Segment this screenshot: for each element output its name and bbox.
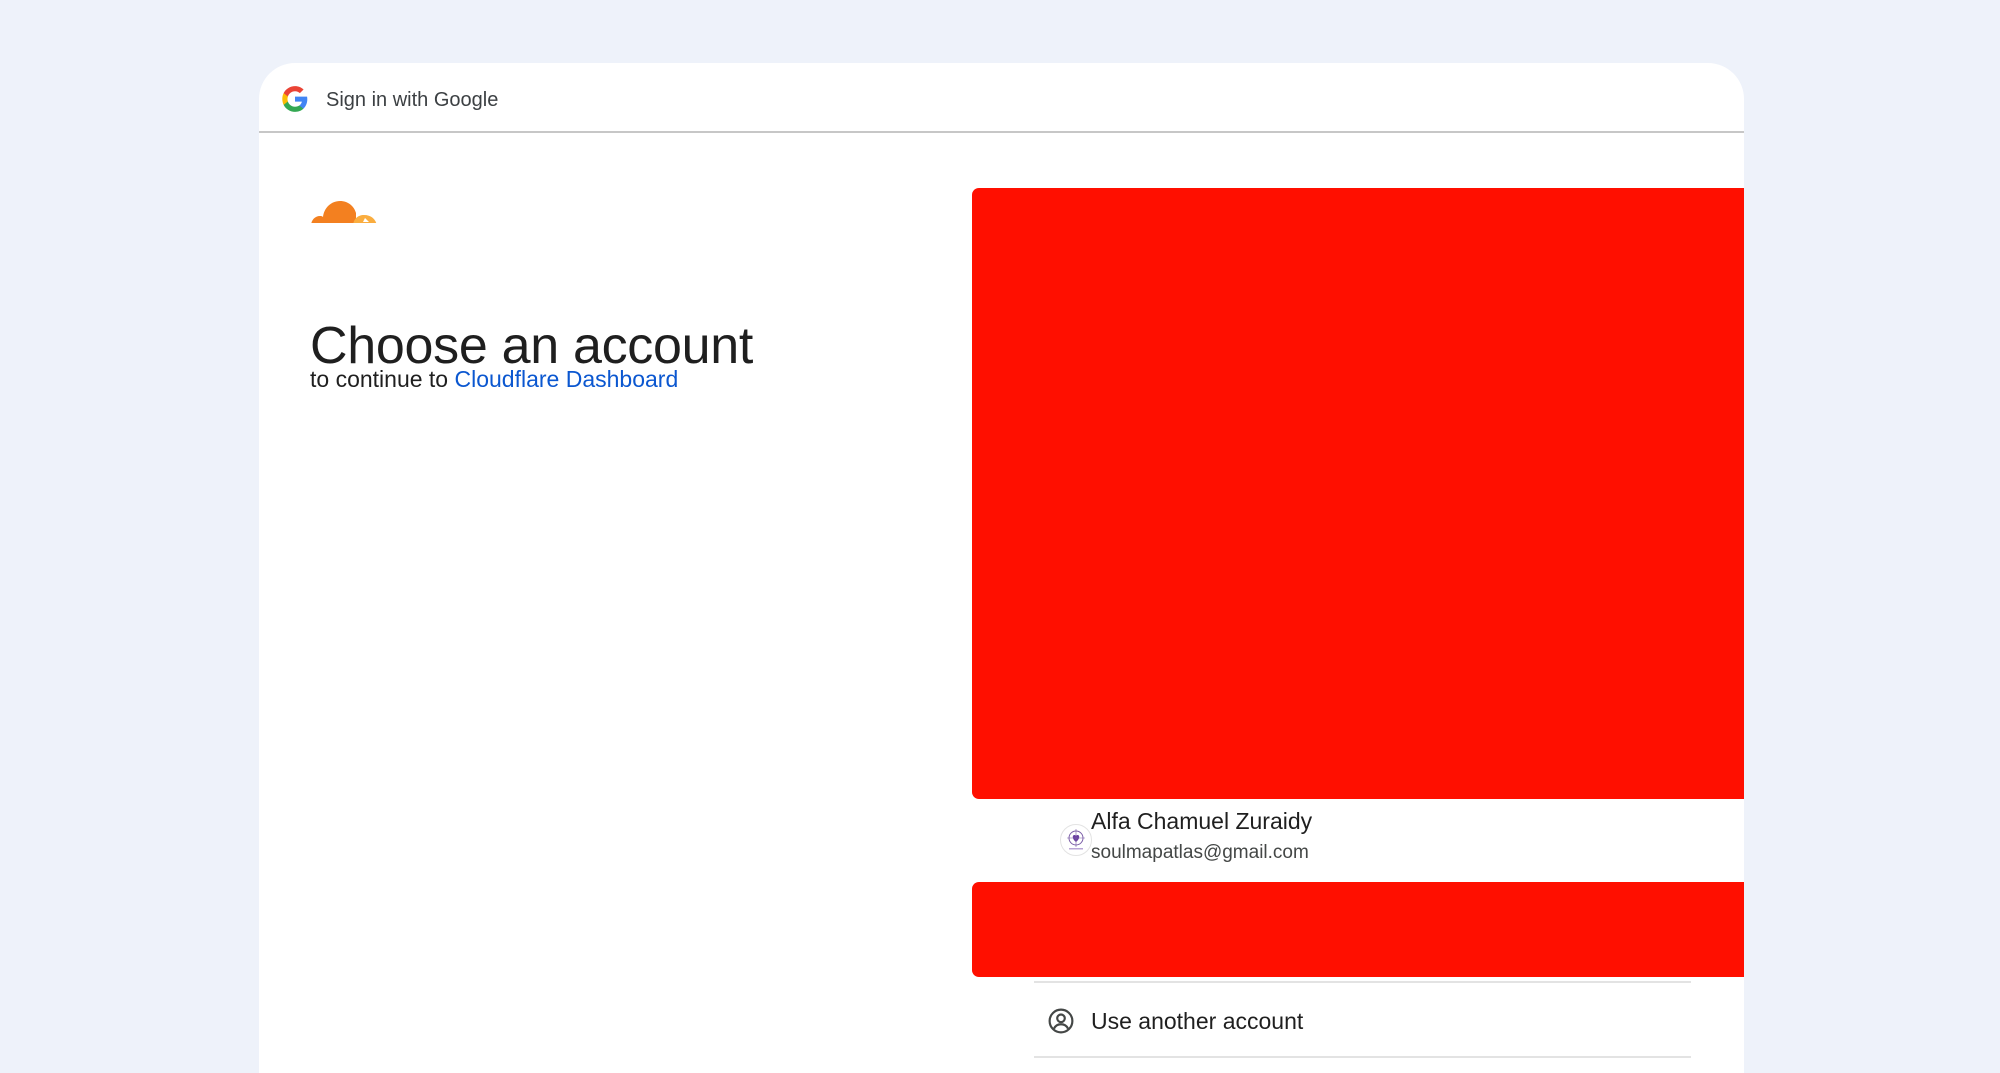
- google-g-icon: [282, 86, 308, 112]
- redacted-region: [972, 882, 1744, 977]
- app-link[interactable]: Cloudflare Dashboard: [455, 366, 679, 392]
- use-another-account-label: Use another account: [1091, 1008, 1304, 1034]
- avatar: [1060, 824, 1092, 856]
- sign-in-card: Sign in with Google Choose an account to…: [259, 63, 1744, 1073]
- subtitle: to continue to Cloudflare Dashboard: [310, 363, 678, 395]
- account-name: Alfa Chamuel Zuraidy: [1091, 808, 1313, 834]
- use-another-account-button[interactable]: Use another account: [1034, 983, 1691, 1056]
- header-title: Sign in with Google: [326, 89, 499, 111]
- soul-map-atlas-avatar: [1067, 829, 1085, 850]
- subtitle-prefix: to continue to: [310, 366, 449, 392]
- account-email: soulmapatlas@gmail.com: [1091, 842, 1309, 863]
- divider: [1034, 1056, 1691, 1058]
- card-header: Sign in with Google: [259, 63, 1744, 133]
- account-circle-icon: [1048, 1008, 1074, 1034]
- redacted-region: [972, 188, 1744, 799]
- cloudflare-cloud-icon: [311, 201, 377, 226]
